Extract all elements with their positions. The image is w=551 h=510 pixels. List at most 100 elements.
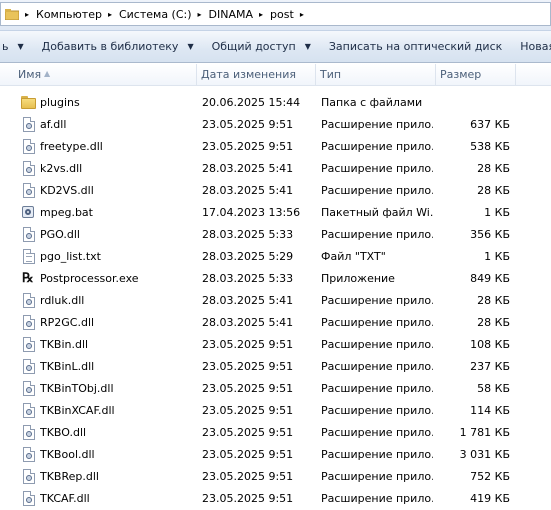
file-size: 28 КБ — [477, 294, 510, 307]
file-date: 23.05.2025 9:51 — [202, 492, 294, 505]
file-row[interactable]: TKBinXCAF.dll 23.05.2025 9:51 Расширение п… — [0, 400, 551, 422]
dropdown-arrow-icon: ▼ — [304, 42, 311, 51]
file-name: TKBinL.dll — [40, 360, 95, 373]
column-header-size-label: Размер — [440, 68, 482, 81]
file-name: RP2GC.dll — [40, 316, 95, 329]
breadcrumb-chevron-icon[interactable]: ▸ — [300, 10, 304, 19]
breadcrumb-item[interactable]: post — [270, 8, 294, 21]
file-row[interactable]: TKBool.dll 23.05.2025 9:51 Расширение прил… — [0, 444, 551, 466]
file-row[interactable]: af.dll 23.05.2025 9:51 Расширение прило...… — [0, 114, 551, 136]
file-name: freetype.dll — [40, 140, 103, 153]
file-row[interactable]: mpeg.bat 17.04.2023 13:56 Пакетный файл Wi… — [0, 202, 551, 224]
breadcrumb-item[interactable]: Компьютер — [36, 8, 102, 21]
dll-file-icon — [23, 139, 35, 154]
file-type: Расширение прило... — [321, 162, 433, 175]
file-row[interactable]: plugins 20.06.2025 15:44 Папка с файлами — [0, 92, 551, 114]
column-header-size[interactable]: Размер — [436, 64, 516, 86]
breadcrumb-item[interactable]: Система (C:) — [119, 8, 192, 21]
file-type: Расширение прило... — [321, 470, 433, 483]
new-folder-button[interactable]: Новая папка — [511, 31, 551, 62]
file-date: 23.05.2025 9:51 — [202, 338, 294, 351]
dll-file-icon — [23, 381, 35, 396]
breadcrumb-chevron-icon[interactable]: ▸ — [108, 10, 112, 19]
dll-file-icon — [23, 447, 35, 462]
file-name: plugins — [40, 96, 80, 109]
file-size: 28 КБ — [477, 162, 510, 175]
file-size: 114 КБ — [470, 404, 510, 417]
breadcrumb-chevron-icon[interactable]: ▸ — [25, 10, 29, 19]
file-date: 28.03.2025 5:41 — [202, 184, 294, 197]
file-row[interactable]: TKBinTObj.dll 23.05.2025 9:51 Расширение п… — [0, 378, 551, 400]
file-type: Файл "TXT" — [321, 250, 386, 263]
file-row[interactable]: TKBinL.dll 23.05.2025 9:51 Расширение прил… — [0, 356, 551, 378]
file-size: 849 КБ — [470, 272, 510, 285]
breadcrumb-item[interactable]: DINAMA — [209, 8, 253, 21]
file-row[interactable]: TKBO.dll 23.05.2025 9:51 Расширение прило.… — [0, 422, 551, 444]
column-headers: Имя ▲ Дата изменения Тип Размер — [0, 64, 551, 86]
address-bar: ▸ Компьютер ▸ Система (C:) ▸ DINAMA ▸ po… — [0, 0, 551, 31]
file-row[interactable]: PGO.dll 28.03.2025 5:33 Расширение прило..… — [0, 224, 551, 246]
new-folder-label: Новая папка — [520, 40, 551, 53]
file-type: Расширение прило... — [321, 338, 433, 351]
file-row[interactable]: KD2VS.dll 28.03.2025 5:41 Расширение прило… — [0, 180, 551, 202]
burn-label: Записать на оптический диск — [328, 40, 503, 53]
breadcrumb-chevron-icon[interactable]: ▸ — [259, 10, 263, 19]
file-size: 28 КБ — [477, 316, 510, 329]
file-date: 23.05.2025 9:51 — [202, 426, 294, 439]
file-row[interactable]: RP2GC.dll 28.03.2025 5:41 Расширение прило… — [0, 312, 551, 334]
dll-file-icon — [23, 403, 35, 418]
exe-app-icon: ℞ — [22, 271, 34, 286]
file-row[interactable]: rdluk.dll 28.03.2025 5:41 Расширение прило… — [0, 290, 551, 312]
dropdown-arrow-icon: ▼ — [17, 42, 24, 51]
file-row[interactable]: TKBRep.dll 23.05.2025 9:51 Расширение прил… — [0, 466, 551, 488]
file-date: 23.05.2025 9:51 — [202, 118, 294, 131]
dll-file-icon — [23, 227, 35, 242]
dll-file-icon — [23, 293, 35, 308]
file-row[interactable]: freetype.dll 23.05.2025 9:51 Расширение пр… — [0, 136, 551, 158]
file-row[interactable]: TKBin.dll 23.05.2025 9:51 Расширение прило… — [0, 334, 551, 356]
file-name: KD2VS.dll — [40, 184, 94, 197]
dll-file-icon — [23, 425, 35, 440]
file-type: Расширение прило... — [321, 228, 433, 241]
text-file-icon — [23, 249, 35, 264]
file-name: TKBRep.dll — [40, 470, 99, 483]
dll-file-icon — [23, 315, 35, 330]
burn-button[interactable]: Записать на оптический диск — [320, 31, 511, 62]
column-header-date[interactable]: Дата изменения — [197, 64, 316, 86]
file-size: 637 КБ — [470, 118, 510, 131]
file-row[interactable]: k2vs.dll 28.03.2025 5:41 Расширение прило.… — [0, 158, 551, 180]
file-type: Расширение прило... — [321, 382, 433, 395]
file-type: Расширение прило... — [321, 492, 433, 505]
file-size: 1 КБ — [484, 206, 510, 219]
file-row[interactable]: pgo_list.txt 28.03.2025 5:29 Файл "TXT" 1 К… — [0, 246, 551, 268]
column-header-name[interactable]: Имя ▲ — [0, 64, 197, 86]
column-header-type[interactable]: Тип — [316, 64, 436, 86]
file-row[interactable]: TKCAF.dll 23.05.2025 9:51 Расширение прило… — [0, 488, 551, 510]
folder-icon — [21, 96, 36, 109]
folder-icon — [4, 8, 20, 20]
file-size: 356 КБ — [470, 228, 510, 241]
file-name: TKCAF.dll — [40, 492, 90, 505]
file-row[interactable]: ℞ Postprocessor.exe 28.03.2025 5:33 Приложе… — [0, 268, 551, 290]
file-type: Расширение прило... — [321, 316, 433, 329]
share-with-label: Общий доступ — [211, 40, 296, 53]
file-list: plugins 20.06.2025 15:44 Папка с файлами af… — [0, 92, 551, 510]
batch-file-icon — [20, 205, 36, 220]
organize-label: ь — [2, 40, 9, 53]
add-to-library-button[interactable]: Добавить в библиотеку ▼ — [33, 31, 203, 62]
file-date: 20.06.2025 15:44 — [202, 96, 301, 109]
file-name: TKBinXCAF.dll — [40, 404, 115, 417]
column-header-name-label: Имя — [18, 68, 42, 81]
breadcrumb-chevron-icon[interactable]: ▸ — [198, 10, 202, 19]
breadcrumb[interactable]: ▸ Компьютер ▸ Система (C:) ▸ DINAMA ▸ po… — [0, 2, 551, 26]
file-type: Расширение прило... — [321, 294, 433, 307]
file-date: 23.05.2025 9:51 — [202, 382, 294, 395]
file-type: Расширение прило... — [321, 118, 433, 131]
share-with-button[interactable]: Общий доступ ▼ — [203, 31, 320, 62]
file-size: 3 031 КБ — [459, 448, 510, 461]
file-size: 538 КБ — [470, 140, 510, 153]
file-type: Расширение прило... — [321, 448, 433, 461]
dll-file-icon — [23, 491, 35, 506]
add-to-library-label: Добавить в библиотеку — [41, 40, 179, 53]
organize-button[interactable]: ь ▼ — [0, 31, 33, 62]
